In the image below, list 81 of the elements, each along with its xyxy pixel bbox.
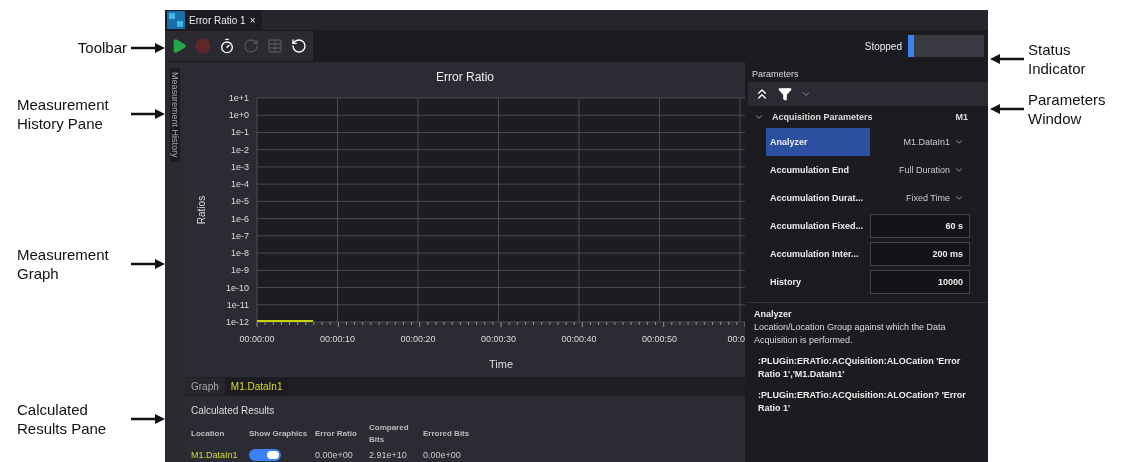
parameter-input[interactable]: 200 ms: [870, 242, 970, 266]
timer-icon[interactable]: [219, 38, 235, 54]
chevron-icon: [954, 193, 964, 203]
callout-label: Measurement History Pane: [17, 95, 110, 133]
parameter-dropdown[interactable]: Full Duration: [870, 156, 970, 184]
parameter-input[interactable]: 60 s: [870, 214, 970, 238]
y-tick-label: 1e-3: [231, 161, 249, 172]
callout-label: Calculated Results Pane: [17, 400, 108, 438]
help-title: Analyzer: [754, 309, 793, 319]
scpi-command: :PLUGin:ERATio:ACQuisition:ALOCation 'Error Ratio 1','M1.DataIn1': [757, 355, 962, 381]
table-cell-text: 2.91e+10: [369, 449, 408, 462]
table-cell-text: 0.00e+00: [423, 449, 462, 462]
graph-tab[interactable]: M1.DataIn1: [224, 378, 289, 395]
y-tick-label: 1e-12: [225, 316, 249, 327]
y-tick-label: 1e+0: [228, 109, 249, 120]
help-text: Location/Location Group against which the Data Acquisition is performed.: [754, 321, 947, 347]
callout-label: Measurement Graph: [17, 245, 110, 283]
y-tick-label: 1e+1: [228, 92, 249, 103]
x-tick-label: 00:00:50: [642, 333, 677, 344]
x-tick-label: 00:00:20: [400, 333, 436, 344]
parameter-label[interactable]: Analyzer: [766, 128, 870, 156]
x-tick-label: 00:00:30: [481, 333, 516, 344]
play-icon[interactable]: [171, 38, 187, 54]
x-tick-label: 00:0: [727, 333, 745, 344]
column-header: Show Graphics: [249, 428, 309, 440]
app-logo-icon: [167, 11, 185, 29]
y-tick-label: 1e-4: [231, 178, 249, 189]
results-title: Calculated Results: [191, 404, 275, 416]
document-tab[interactable]: Error Ratio 1 ×: [165, 10, 262, 30]
scpi-command: :PLUGin:ERATio:ACQuisition:ALOCation? 'Error Ratio 1': [757, 389, 967, 415]
y-tick-label: 1e-5: [231, 196, 249, 206]
column-header: Errored Bits: [423, 428, 471, 440]
chevron-icon: [954, 165, 964, 175]
trace-line: [256, 319, 314, 322]
group-id-label: M1: [955, 112, 968, 122]
table-cell-text: M1.DataIn1: [191, 449, 239, 462]
expand-icon[interactable]: [754, 112, 764, 122]
column-header: Location: [191, 428, 226, 440]
parameter-label[interactable]: History: [766, 268, 870, 296]
callout-label: Parameters Window: [1028, 90, 1107, 128]
parameter-input[interactable]: 10000: [870, 270, 970, 294]
filter-icon[interactable]: [778, 87, 792, 101]
x-axis-title: Time: [489, 357, 513, 370]
y-tick-label: 1e-6: [231, 213, 249, 224]
y-tick-label: 1e-1: [231, 127, 249, 138]
y-axis-title: Ratios: [196, 195, 207, 224]
y-tick-label: 1e-10: [225, 282, 249, 293]
x-tick-label: 00:00:00: [239, 333, 275, 344]
y-tick-label: 1e-8: [231, 247, 249, 258]
group-label: Acquisition Parameters: [772, 112, 874, 122]
y-tick-label: 1e-9: [231, 264, 249, 275]
parameter-label[interactable]: Accumulation Durat...: [766, 184, 870, 212]
x-tick-label: 00:00:10: [320, 333, 355, 344]
parameter-label[interactable]: Accumulation End: [766, 156, 870, 184]
history-pane-tab[interactable]: Measurement History: [170, 68, 180, 162]
parameter-label[interactable]: Accumulation Inter...: [766, 240, 870, 268]
parameter-dropdown[interactable]: M1.DataIn1: [870, 128, 970, 156]
graph-title: Error Ratio: [435, 68, 495, 86]
panel-title: Parameters: [752, 69, 799, 79]
callout-arrow: [131, 42, 165, 53]
chevron-icon: [954, 137, 964, 147]
y-tick-label: 1e-11: [226, 299, 249, 310]
callout-label: Status Indicator: [1028, 40, 1087, 78]
callout-arrow: [131, 259, 165, 269]
y-tick-label: 1e-2: [231, 144, 249, 155]
y-tick-label: 1e-7: [231, 230, 249, 241]
callout-arrow: [990, 54, 1024, 64]
column-header: Compared Bits: [369, 422, 410, 446]
toggle-switch[interactable]: [249, 449, 281, 461]
callout-arrow: [131, 414, 165, 424]
callout-arrow: [990, 104, 1024, 114]
callout-arrow: [131, 109, 165, 119]
graph-tab[interactable]: Graph: [185, 378, 225, 395]
table-cell-text: 0.00e+00: [315, 449, 354, 462]
status-text: Stopped: [864, 40, 902, 52]
callout-label: Toolbar: [76, 38, 127, 57]
parameter-label[interactable]: Accumulation Fixed...: [766, 212, 870, 240]
undo-icon[interactable]: [291, 38, 307, 54]
parameter-dropdown[interactable]: Fixed Time: [870, 184, 970, 212]
column-header: Error Ratio: [315, 428, 358, 440]
x-tick-label: 00:00:40: [561, 333, 597, 344]
